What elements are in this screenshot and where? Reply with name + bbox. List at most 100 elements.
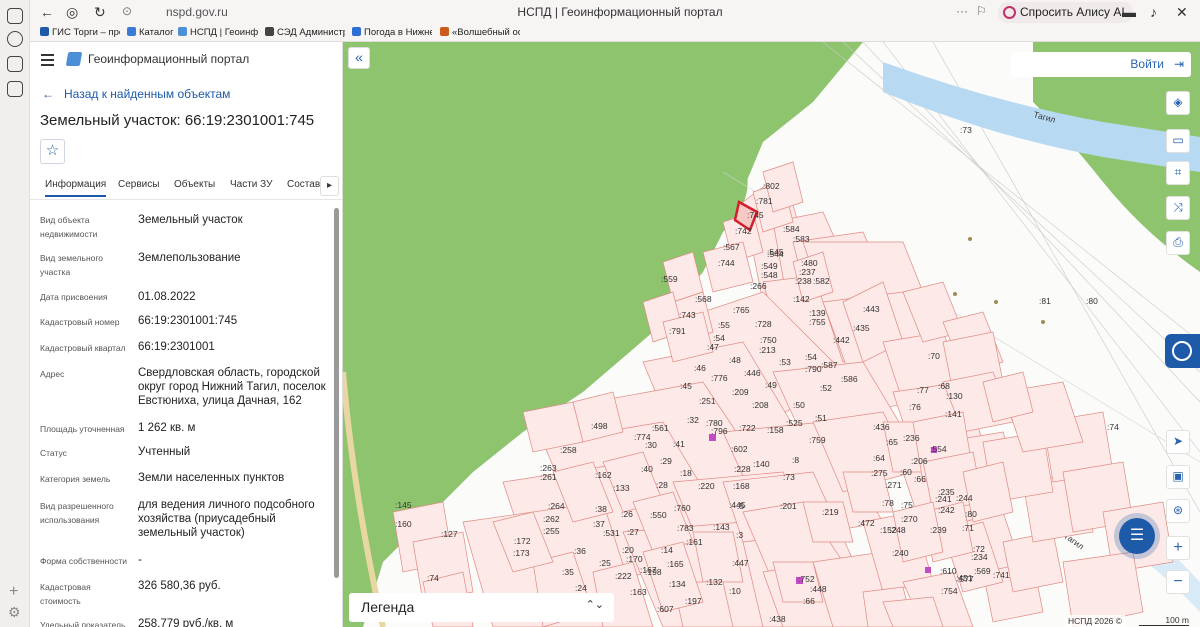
parcel-label: :71 — [962, 523, 974, 533]
parcel-label: :133 — [613, 483, 630, 493]
parcel-label: :582 — [813, 276, 830, 286]
back-icon[interactable]: ← — [40, 4, 54, 20]
parcel-label: :531 — [603, 528, 620, 538]
parcel-label: :586 — [841, 374, 858, 384]
settings-icon[interactable]: ⚙ — [8, 604, 21, 621]
parcel-label: :66 — [914, 474, 926, 484]
tab-parts[interactable]: Части ЗУ — [230, 179, 272, 190]
tab-composition[interactable]: Состав — [287, 179, 320, 190]
parcel-label: :759 — [809, 435, 826, 445]
shield-icon[interactable]: ◎ — [66, 4, 78, 21]
parcel-label: :32 — [687, 415, 699, 425]
parcel-label: :438 — [769, 614, 786, 624]
parcel-label: :750 — [760, 335, 777, 345]
parcel-label: :38 — [595, 504, 607, 514]
parcel-label: :14 — [661, 545, 673, 555]
legend-dropdown[interactable]: Легенда ⌃⌄ — [349, 593, 614, 622]
marker-dot — [953, 292, 957, 296]
share-icon[interactable]: ⤨ — [1166, 196, 1190, 220]
select-area-icon[interactable]: ⌗ — [1166, 161, 1190, 185]
add-icon[interactable]: + — [9, 583, 18, 601]
parcel-label: :220 — [698, 481, 715, 491]
parcel-label: :561 — [652, 423, 669, 433]
parcel-label: :172 — [514, 536, 531, 546]
parcel-label: :51 — [815, 413, 827, 423]
parcel-label: :78 — [882, 498, 894, 508]
tab-services[interactable]: Сервисы — [118, 179, 159, 190]
field-value: 326 580,36 руб. — [138, 580, 221, 592]
bookmark-item[interactable]: ГИС Торги – прод — [40, 27, 120, 38]
parcel-label: :5 — [737, 501, 744, 511]
bookmark-favicon-icon — [40, 27, 49, 36]
minimize-icon[interactable]: ▬ — [1122, 4, 1136, 20]
extension-icon[interactable]: ✕ — [1176, 4, 1188, 21]
login-button[interactable]: Войти ⇥ — [1011, 52, 1191, 77]
parcel-label: :559 — [661, 274, 678, 284]
parcel-label: :201 — [780, 501, 797, 511]
layers-icon[interactable]: ◈ — [1166, 91, 1190, 115]
zoom-out-button[interactable]: − — [1166, 570, 1190, 594]
address-bar[interactable]: nspd.gov.ru — [166, 5, 228, 19]
bookmark-item[interactable]: СЭД Администрат — [265, 27, 345, 38]
ask-alice-button[interactable]: Спросить Алису AI — [998, 2, 1133, 23]
bookmark-item[interactable]: Погода в Нижнем — [352, 27, 432, 38]
bookmark-icon[interactable]: ⚐ — [976, 4, 987, 18]
print-icon[interactable]: ⎙ — [1166, 231, 1190, 255]
parcel-label: :728 — [755, 319, 772, 329]
field-label: Кадастровый квартал — [40, 343, 126, 353]
bell-icon[interactable]: ♪ — [1150, 4, 1157, 20]
tabs-scroll-right-button[interactable]: ▸ — [320, 176, 339, 196]
arrow-left-icon: ← — [42, 87, 54, 101]
locate-icon[interactable]: ➤ — [1166, 430, 1190, 454]
parcel-label: :40 — [641, 464, 653, 474]
back-to-results-link[interactable]: ← Назад к найденным объектам — [42, 87, 230, 101]
parcel-label: :198 — [645, 567, 662, 577]
parcel-label: :8 — [792, 455, 799, 465]
parcel-label: :25 — [599, 558, 611, 568]
search-location-icon[interactable]: ⊛ — [1166, 499, 1190, 523]
zoom-in-button[interactable]: + — [1166, 536, 1190, 560]
bookmark-item[interactable]: Каталог — [127, 27, 177, 38]
parcel-label: :24 — [575, 583, 587, 593]
basemap-icon[interactable]: ▣ — [1166, 465, 1190, 489]
reload-icon[interactable]: ↻ — [94, 4, 106, 21]
menu-icon[interactable] — [41, 54, 54, 69]
parcel-label: :607 — [657, 604, 674, 614]
parcel-label: :742 — [735, 226, 752, 236]
bookmark-item[interactable]: «Волшебный ост — [440, 27, 520, 38]
parcel-label: :70 — [928, 351, 940, 361]
parcel-label: :447 — [732, 558, 749, 568]
tab-info[interactable]: Информация — [45, 179, 107, 197]
collapse-panel-button[interactable]: « — [348, 47, 370, 69]
tabs-icon[interactable] — [7, 8, 23, 24]
parcel-label: :228 — [734, 464, 751, 474]
bookmark-item[interactable]: НСПД | Геоинфор — [178, 27, 258, 38]
assistant-badge[interactable] — [1165, 334, 1200, 368]
field-label: Категория земель — [40, 474, 111, 484]
parcel-label: :745 — [747, 210, 764, 220]
tab-objects[interactable]: Объекты — [174, 179, 215, 190]
chat-icon[interactable]: ☰ — [1119, 518, 1155, 554]
media-icon[interactable] — [7, 81, 23, 97]
play-icon[interactable] — [7, 31, 23, 47]
parcel-label: :66 — [803, 596, 815, 606]
login-icon: ⇥ — [1173, 57, 1184, 71]
field-value: 258,779 руб./кв. м — [138, 618, 234, 627]
parcel-label: :145 — [395, 500, 412, 510]
parcel-label: :158 — [767, 425, 784, 435]
bookmark-favicon-icon — [178, 27, 187, 36]
parcel-label: :262 — [543, 514, 560, 524]
ruler-icon[interactable]: ▭ — [1166, 129, 1190, 153]
parcel-label: :744 — [718, 258, 735, 268]
parcel-label: :41 — [673, 439, 685, 449]
apps-icon[interactable] — [7, 56, 23, 72]
bookmark-favicon-icon — [352, 27, 361, 36]
more-icon[interactable]: ··· — [956, 4, 968, 18]
parcel-title: Земельный участок: 66:19:2301001:745 — [40, 112, 315, 129]
panel-scrollbar[interactable] — [334, 208, 339, 578]
field-label: Вид объекта недвижимости — [40, 215, 98, 239]
browser-sidebar: + ⚙ — [0, 0, 30, 627]
favorite-star-button[interactable]: ☆ — [40, 139, 65, 164]
map-canvas[interactable]: Тагил Тагил:802:781:745:742:584:583:56… — [343, 42, 1200, 627]
map-view[interactable]: Тагил Тагил:802:781:745:742:584:58… — [343, 42, 1200, 627]
